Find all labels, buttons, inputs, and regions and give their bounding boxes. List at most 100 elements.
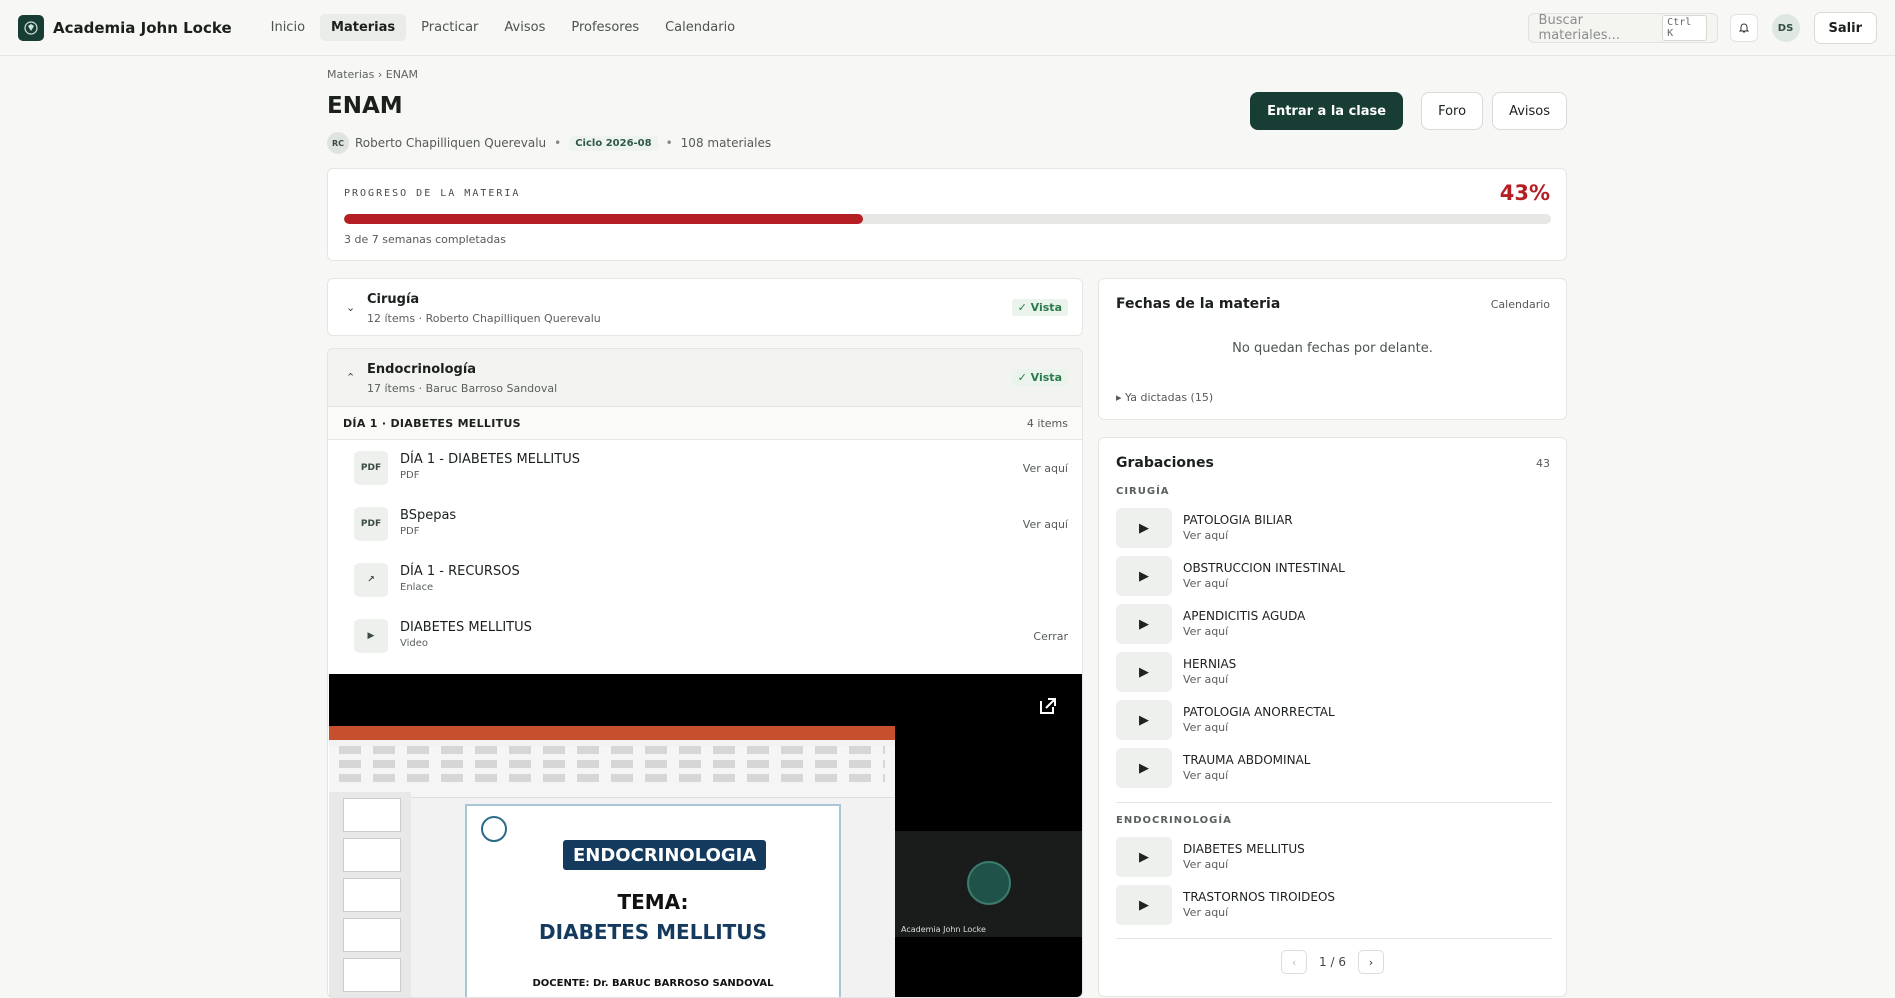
recording-item[interactable]: ▶ PATOLOGIA ANORRECTAL Ver aquí	[1116, 700, 1552, 740]
recording-item[interactable]: ▶ APENDICITIS AGUDA Ver aquí	[1116, 604, 1552, 644]
slide-tema: TEMA:	[617, 890, 689, 914]
nav-item-calendario[interactable]: Calendario	[654, 14, 746, 41]
recording-item[interactable]: ▶ TRAUMA ABDOMINAL Ver aquí	[1116, 748, 1552, 788]
module-cirugia[interactable]: ⌄ Cirugía 12 ítems · Roberto Chapillique…	[327, 278, 1083, 336]
calendar-link[interactable]: Calendario	[1491, 298, 1550, 311]
teacher-name: Roberto Chapilliquen Querevalu	[355, 136, 547, 150]
page-indicator: 1 / 6	[1319, 955, 1346, 969]
video-player[interactable]: ENDOCRINOLOGIA TEMA: DIABETES MELLITUS D…	[329, 674, 1082, 997]
open-external-icon[interactable]	[1038, 696, 1058, 716]
progress-subtitle: 3 de 7 semanas completadas	[344, 233, 506, 246]
list-item[interactable]: PDF BSpepas PDF Ver aquí	[328, 496, 1082, 552]
viewed-badge: ✓ Vista	[1011, 369, 1068, 386]
course-meta: RC Roberto Chapilliquen Querevalu • Cicl…	[327, 132, 771, 154]
list-item[interactable]: ▶ DIABETES MELLITUS Video Cerrar	[328, 608, 1082, 664]
slide: ENDOCRINOLOGIA TEMA: DIABETES MELLITUS D…	[465, 804, 841, 997]
enter-class-button[interactable]: Entrar a la clase	[1250, 92, 1404, 130]
chevron-down-icon: ⌄	[346, 301, 356, 314]
notices-button[interactable]: Avisos	[1492, 92, 1567, 130]
recording-link[interactable]: Ver aquí	[1183, 906, 1228, 919]
slide-topic: DIABETES MELLITUS	[539, 920, 767, 944]
list-item[interactable]: ↗ DÍA 1 - RECURSOS Enlace	[328, 552, 1082, 608]
list-item[interactable]: PDF DÍA 1 - DIABETES MELLITUS PDF Ver aq…	[328, 440, 1082, 496]
play-button[interactable]: ▶	[1116, 885, 1172, 925]
play-icon: ▶	[1139, 568, 1149, 584]
past-dates-toggle[interactable]: ▸ Ya dictadas (15)	[1116, 391, 1213, 404]
recording-link[interactable]: Ver aquí	[1183, 529, 1228, 542]
bell-icon	[1738, 23, 1749, 33]
play-button[interactable]: ▶	[1116, 748, 1172, 788]
recording-link[interactable]: Ver aquí	[1183, 769, 1228, 782]
recording-link[interactable]: Ver aquí	[1183, 673, 1228, 686]
slide-thumbnails	[329, 792, 411, 997]
app-ribbon	[329, 746, 895, 798]
prev-page-button[interactable]: ‹	[1281, 950, 1308, 974]
next-page-button[interactable]: ›	[1357, 950, 1384, 974]
presentation-frame: ENDOCRINOLOGIA TEMA: DIABETES MELLITUS D…	[329, 726, 895, 997]
recording-item[interactable]: ▶ PATOLOGIA BILIAR Ver aquí	[1116, 508, 1552, 548]
recording-link[interactable]: Ver aquí	[1183, 858, 1228, 871]
play-button[interactable]: ▶	[1116, 556, 1172, 596]
materials-count: 108 materiales	[680, 136, 772, 150]
recording-link[interactable]: Ver aquí	[1183, 721, 1228, 734]
recording-item[interactable]: ▶ TRASTORNOS TIROIDEOS Ver aquí	[1116, 885, 1552, 925]
nav-item-avisos[interactable]: Avisos	[493, 14, 556, 41]
search-input[interactable]: Buscar materiales... Ctrl K	[1527, 13, 1718, 43]
play-button[interactable]: ▶	[1116, 700, 1172, 740]
academy-logo[interactable]	[18, 14, 44, 41]
module-header[interactable]: ⌃ Endocrinología 17 ítems · Baruc Barros…	[328, 349, 1082, 407]
group-divider	[1116, 938, 1552, 939]
logout-button[interactable]: Salir	[1813, 12, 1877, 44]
pdf-icon: PDF	[354, 507, 388, 541]
item-title: DÍA 1 - DIABETES MELLITUS	[400, 452, 580, 467]
recording-title: HERNIAS	[1183, 657, 1237, 671]
view-link[interactable]: Ver aquí	[1023, 462, 1068, 475]
item-type: Enlace	[400, 582, 434, 593]
item-type: Video	[400, 638, 429, 649]
nav-item-materias[interactable]: Materias	[320, 14, 407, 41]
notifications-button[interactable]	[1729, 14, 1758, 42]
viewed-badge: ✓ Vista	[1011, 299, 1068, 316]
academy-logo-icon	[967, 861, 1011, 905]
group-divider	[1116, 802, 1552, 803]
play-icon: ▶	[1139, 520, 1149, 536]
nav-item-practicar[interactable]: Practicar	[410, 14, 489, 41]
breadcrumb[interactable]: Materias › ENAM	[327, 68, 418, 81]
play-icon: ▶	[1139, 760, 1149, 776]
item-title: DÍA 1 - RECURSOS	[400, 564, 520, 579]
play-button[interactable]: ▶	[1116, 604, 1172, 644]
group-label: CIRUGÍA	[1116, 486, 1170, 497]
header-actions: Entrar a la clase Foro Avisos	[1250, 92, 1567, 130]
separator-dot: •	[665, 136, 673, 150]
brand-name[interactable]: Academia John Locke	[53, 19, 232, 37]
recording-item[interactable]: ▶ HERNIAS Ver aquí	[1116, 652, 1552, 692]
dates-title: Fechas de la materia	[1116, 296, 1281, 312]
play-icon: ▶	[1139, 897, 1149, 913]
item-type: PDF	[400, 470, 420, 481]
recording-item[interactable]: ▶ OBSTRUCCION INTESTINAL Ver aquí	[1116, 556, 1552, 596]
recording-link[interactable]: Ver aquí	[1183, 625, 1228, 638]
recording-title: PATOLOGIA ANORRECTAL	[1183, 705, 1335, 719]
pdf-icon: PDF	[354, 451, 388, 485]
recording-item[interactable]: ▶ DIABETES MELLITUS Ver aquí	[1116, 837, 1552, 877]
recording-title: TRAUMA ABDOMINAL	[1183, 753, 1311, 767]
pagination: ‹ 1 / 6 ›	[1099, 950, 1566, 974]
view-link[interactable]: Ver aquí	[1023, 518, 1068, 531]
recording-link[interactable]: Ver aquí	[1183, 577, 1228, 590]
separator-dot: •	[554, 136, 562, 150]
forum-button[interactable]: Foro	[1421, 92, 1484, 130]
day-header: DÍA 1 · DIABETES MELLITUS 4 items	[328, 407, 1082, 440]
close-link[interactable]: Cerrar	[1033, 630, 1068, 643]
user-avatar[interactable]: DS	[1771, 14, 1800, 42]
play-button[interactable]: ▶	[1116, 837, 1172, 877]
camera-tile: Academia John Locke	[895, 831, 1082, 937]
slide-logo-icon	[481, 816, 507, 842]
search-placeholder: Buscar materiales...	[1538, 13, 1620, 43]
play-button[interactable]: ▶	[1116, 652, 1172, 692]
module-header[interactable]: ⌄ Cirugía 12 ítems · Roberto Chapillique…	[328, 279, 1082, 337]
nav-item-inicio[interactable]: Inicio	[260, 14, 316, 41]
play-button[interactable]: ▶	[1116, 508, 1172, 548]
app-titlebar	[329, 726, 895, 740]
item-title: DIABETES MELLITUS	[400, 620, 532, 635]
nav-item-profesores[interactable]: Profesores	[560, 14, 650, 41]
